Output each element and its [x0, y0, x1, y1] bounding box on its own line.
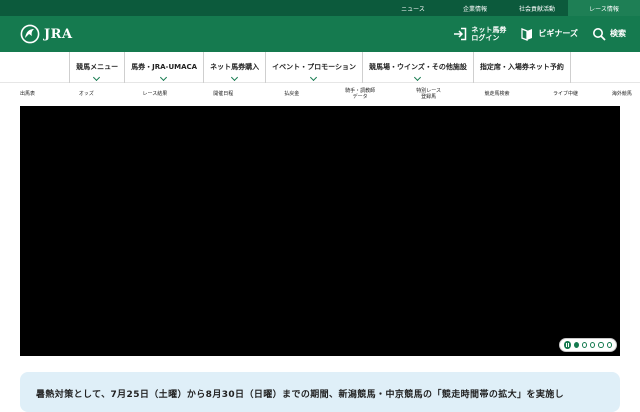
net-login-label: ネット馬券 ログイン: [471, 26, 507, 42]
horseshoe-logo-icon: [20, 24, 40, 44]
beginners-button[interactable]: ビギナーズ: [520, 27, 578, 41]
utility-link-social[interactable]: 社会貢献活動: [506, 0, 568, 16]
beginner-mark-icon: [521, 28, 533, 41]
main-nav-reserved-seats[interactable]: 指定席・入場券ネット予約: [472, 51, 571, 83]
sub-nav-payouts[interactable]: 払戻金: [260, 91, 324, 97]
main-nav-facilities[interactable]: 競馬場・ウインズ・その他施設: [361, 51, 473, 83]
carousel-dot[interactable]: [581, 342, 588, 348]
site-header: JRA ネット馬券 ログイン ビギナーズ 検索: [0, 16, 640, 52]
sub-nav-jockey-trainer-data[interactable]: 騎手・調教師 データ: [328, 88, 392, 100]
main-nav-net-baken[interactable]: ネット馬券購入: [203, 51, 265, 83]
main-nav-baken-umaca[interactable]: 馬券・JRA-UMACA: [124, 51, 203, 83]
main-nav-events[interactable]: イベント・プロモーション: [265, 51, 362, 83]
logo-text: JRA: [44, 26, 73, 42]
sub-nav-results[interactable]: レース結果: [123, 91, 187, 97]
sub-nav-live-stream[interactable]: ライブ中継: [534, 91, 598, 97]
header-actions: ネット馬券 ログイン ビギナーズ 検索: [453, 26, 626, 42]
carousel-dot[interactable]: [590, 342, 596, 348]
login-arrow-icon: [454, 27, 467, 41]
search-button[interactable]: 検索: [592, 27, 626, 41]
carousel-dot[interactable]: [573, 342, 579, 348]
beginners-label: ビギナーズ: [538, 29, 578, 38]
utility-link-news[interactable]: ニュース: [382, 0, 444, 16]
sub-nav-schedule[interactable]: 開催日程: [191, 91, 255, 97]
utility-link-race-info[interactable]: レース情報: [568, 0, 640, 16]
search-label: 検索: [610, 29, 626, 38]
utility-bar: ニュース 企業情報 社会貢献活動 レース情報: [0, 0, 640, 16]
main-nav-label: 指定席・入場券ネット予約: [479, 63, 564, 71]
main-nav: 競馬メニュー 馬券・JRA-UMACA ネット馬券購入 イベント・プロモーション…: [0, 51, 640, 83]
sub-nav-horse-search[interactable]: 競走馬検索: [465, 91, 529, 97]
main-nav-keiba-menu[interactable]: 競馬メニュー: [69, 51, 124, 83]
sub-nav-overseas-racing[interactable]: 海外競馬: [602, 91, 632, 97]
sub-nav-entries[interactable]: 出馬表: [20, 91, 50, 97]
sub-nav-special-race-entries[interactable]: 特別レース 登録馬: [397, 88, 461, 100]
carousel-dot[interactable]: [598, 342, 604, 348]
net-login-button[interactable]: ネット馬券 ログイン: [453, 26, 506, 42]
jra-logo[interactable]: JRA: [20, 24, 73, 44]
carousel-controls: [559, 338, 617, 352]
notice-banner[interactable]: 暑熱対策として、7月25日（土曜）から8月30日（日曜）までの期間、新潟競馬・中…: [20, 372, 620, 412]
hero-banner[interactable]: [20, 106, 620, 356]
carousel-dot[interactable]: [606, 342, 612, 348]
search-icon: [593, 28, 606, 41]
pause-icon[interactable]: [564, 341, 571, 349]
sub-nav: 出馬表 オッズ レース結果 開催日程 払戻金 騎手・調教師 データ 特別レース …: [0, 83, 640, 105]
sub-nav-odds[interactable]: オッズ: [54, 91, 118, 97]
utility-link-corporate[interactable]: 企業情報: [444, 0, 506, 16]
